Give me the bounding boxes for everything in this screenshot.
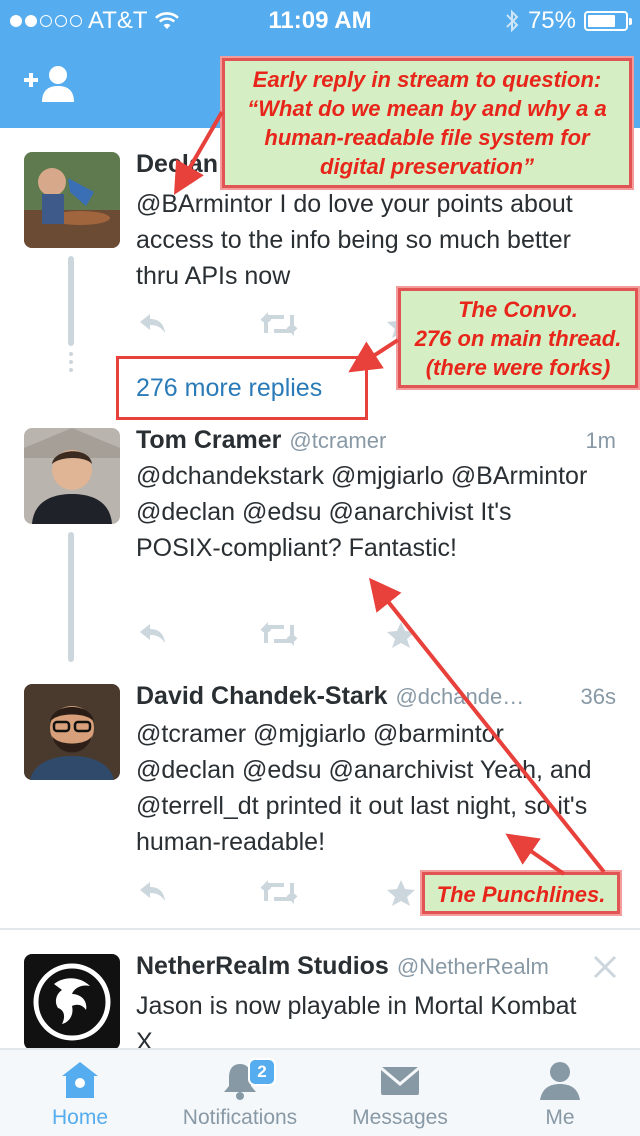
annotation-convo-title: The Convo. [458, 297, 578, 322]
author-handle[interactable]: @dchande… [395, 684, 524, 710]
annotation-convo-forks: (there were forks) [425, 355, 611, 380]
tab-messages[interactable]: Messages [320, 1050, 480, 1136]
tweet-text: @tcramer @mjgiarlo @barmintor @declan @e… [136, 720, 592, 856]
annotation-highlight-box [116, 356, 368, 420]
reply-icon[interactable] [136, 311, 168, 337]
tab-notifications[interactable]: 2 Notifications [160, 1050, 320, 1136]
avatar[interactable] [24, 954, 120, 1048]
author-name[interactable]: Tom Cramer [136, 426, 281, 455]
tweet-text: @BArmintor I do love your points about a… [136, 190, 573, 290]
author-name[interactable]: NetherRealm Studios [136, 952, 389, 981]
tweet-timestamp: 36s [580, 684, 616, 709]
tab-me[interactable]: Me [480, 1050, 640, 1136]
tweet-text: @dchandekstark @mjgiarlo @BArmintor @dec… [136, 462, 588, 562]
thread-gap-dot [69, 352, 73, 356]
tweet-header: NetherRealm Studios @NetherRealm [136, 952, 586, 981]
tweet-timestamp: 1m [585, 428, 616, 453]
dragon-logo-icon [24, 954, 120, 1048]
annotation-early-reply: Early reply in stream to question: “What… [222, 58, 632, 188]
tweet-actions [136, 621, 426, 657]
tweet-actions [136, 879, 426, 915]
favorite-icon[interactable] [386, 621, 416, 649]
battery-icon [584, 11, 632, 31]
annotation-convo: The Convo. 276 on main thread. (there we… [398, 288, 638, 388]
annotation-punchlines: The Punchlines. [422, 872, 620, 914]
avatar[interactable] [24, 152, 120, 248]
person-icon [540, 1062, 580, 1100]
notifications-badge: 2 [248, 1058, 276, 1086]
reply-icon[interactable] [136, 621, 168, 647]
annotation-convo-count: 276 on main thread. [414, 326, 622, 351]
status-right: 75% [504, 7, 632, 35]
author-handle[interactable]: @NetherRealm [397, 954, 549, 980]
thread-line [68, 532, 74, 662]
reply-icon[interactable] [136, 879, 168, 905]
bluetooth-icon [506, 9, 519, 33]
tweet-netherrealm[interactable]: NetherRealm Studios @NetherRealm Jason i… [0, 930, 640, 1048]
retweet-icon[interactable] [260, 621, 298, 647]
tab-label: Home [51, 1106, 109, 1129]
battery-percent: 75% [527, 7, 576, 34]
favorite-icon[interactable] [386, 879, 416, 907]
retweet-icon[interactable] [260, 879, 298, 905]
tweet-header: Tom Cramer @tcramer [136, 426, 616, 455]
home-icon [62, 1062, 98, 1098]
tweet-tom-cramer[interactable]: Tom Cramer @tcramer 1m @dchandekstark @m… [0, 418, 640, 678]
tab-label: Notifications [182, 1106, 298, 1129]
close-icon[interactable] [592, 954, 618, 980]
tab-label: Me [545, 1106, 575, 1129]
tab-home[interactable]: Home [0, 1050, 160, 1136]
status-bar: AT&T 11:09 AM 75% [0, 0, 640, 40]
add-user-icon[interactable] [22, 62, 78, 106]
author-name[interactable]: Declan [136, 150, 218, 179]
tab-label: Messages [352, 1106, 448, 1129]
envelope-icon [380, 1066, 420, 1095]
tab-bar: Home 2 Notifications Messages Me [0, 1048, 640, 1136]
thread-gap-dot [69, 368, 73, 372]
tweet-actions [136, 311, 426, 347]
author-handle[interactable]: @tcramer [289, 428, 386, 454]
avatar[interactable] [24, 428, 120, 524]
avatar[interactable] [24, 684, 120, 780]
thread-line [68, 256, 74, 346]
thread-gap-dot [69, 360, 73, 364]
tweet-text: Jason is now playable in Mortal Kombat X [136, 992, 577, 1048]
retweet-icon[interactable] [260, 311, 298, 337]
author-name[interactable]: David Chandek-Stark [136, 682, 387, 711]
tweet-header: David Chandek-Stark @dchande… [136, 682, 556, 711]
